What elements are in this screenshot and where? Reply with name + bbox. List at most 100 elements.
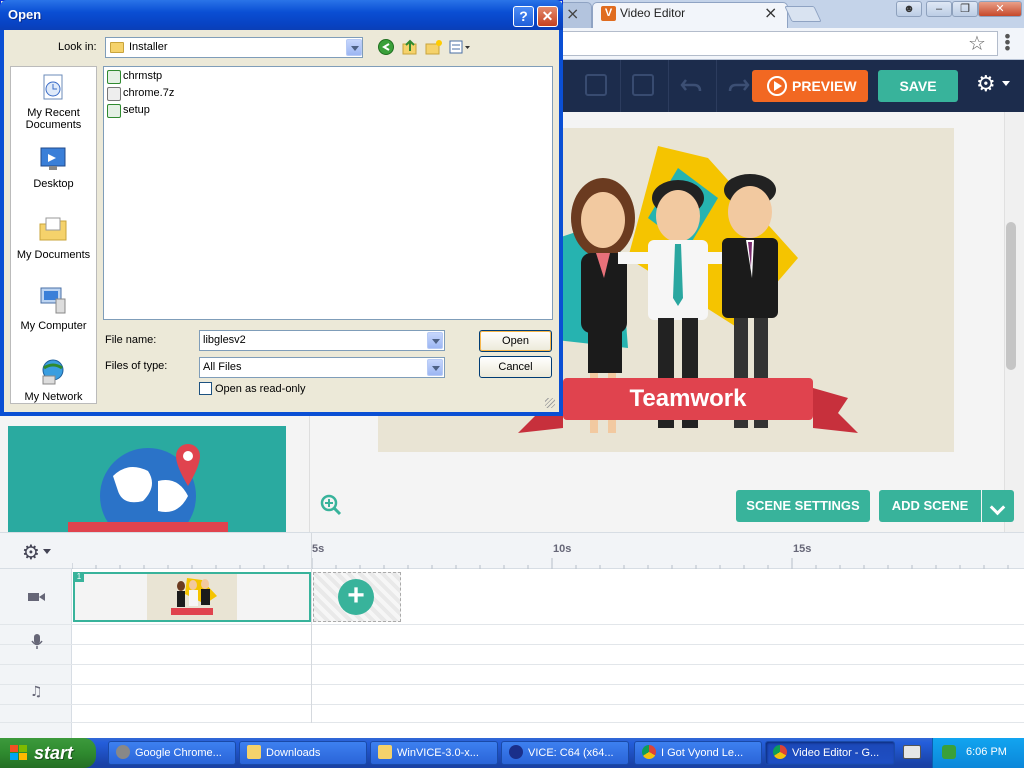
- my-documents-icon[interactable]: [38, 214, 68, 244]
- file-name-label: File name:: [105, 334, 157, 346]
- my-computer-icon[interactable]: [38, 285, 68, 315]
- file-name-value: libglesv2: [203, 334, 246, 346]
- globe-illustration: [68, 444, 228, 532]
- up-folder-icon[interactable]: [402, 39, 418, 55]
- save-button[interactable]: SAVE: [878, 70, 958, 102]
- track-divider: [0, 704, 1024, 705]
- tab-close-icon[interactable]: ×: [764, 3, 777, 22]
- minimize-icon[interactable]: –: [926, 1, 952, 17]
- bookmark-star-icon[interactable]: ☆: [968, 31, 986, 55]
- undo-icon[interactable]: [680, 76, 702, 96]
- dialog-titlebar[interactable]: [0, 0, 563, 30]
- address-bar[interactable]: [562, 31, 998, 56]
- teamwork-mini-illustration: [171, 578, 217, 615]
- dialog-border: [0, 412, 563, 416]
- restore-icon[interactable]: ❐: [952, 1, 978, 17]
- chevron-down-icon[interactable]: [982, 490, 1014, 522]
- timeline-divider: [311, 533, 312, 723]
- music-note-icon: ♫: [30, 684, 43, 700]
- files-of-type-value: All Files: [203, 361, 242, 373]
- chevron-down-icon[interactable]: [43, 549, 51, 554]
- folder-icon: [247, 745, 261, 759]
- user-profile-icon[interactable]: ☻: [896, 1, 922, 17]
- place-label[interactable]: My Documents: [10, 249, 97, 261]
- keyboard-icon[interactable]: [903, 745, 921, 759]
- look-in-value: Installer: [129, 41, 168, 53]
- add-scene-plus-button[interactable]: +: [338, 579, 374, 615]
- window-close-icon[interactable]: ✕: [978, 1, 1022, 17]
- chevron-down-icon[interactable]: [1002, 81, 1010, 86]
- dropdown-arrow-icon[interactable]: [427, 332, 443, 349]
- chrome-icon: [642, 745, 656, 759]
- video-camera-icon: [28, 593, 45, 601]
- desktop-icon[interactable]: [38, 144, 68, 174]
- timeline-ticks: [72, 558, 1009, 569]
- files-of-type-label: Files of type:: [105, 360, 168, 372]
- toolbar-divider: [716, 60, 717, 112]
- copy-icon[interactable]: [585, 74, 607, 96]
- track-divider: [0, 664, 1024, 665]
- new-folder-icon[interactable]: [425, 39, 443, 55]
- scene-settings-button[interactable]: SCENE SETTINGS: [736, 490, 870, 522]
- tab-title: Video Editor: [620, 6, 686, 20]
- scene-title-text: Teamwork: [629, 385, 747, 412]
- file-item[interactable]: chrome.7z: [123, 87, 174, 103]
- file-item[interactable]: chrmstp: [123, 70, 162, 86]
- recent-documents-icon[interactable]: [38, 72, 68, 102]
- add-scene-button[interactable]: ADD SCENE: [879, 490, 981, 522]
- vice-icon: [509, 745, 523, 759]
- scrollbar-thumb[interactable]: [1006, 222, 1016, 370]
- tick-label: 5s: [312, 543, 325, 555]
- file-item[interactable]: setup: [123, 104, 150, 120]
- dialog-close-button[interactable]: ✕: [537, 6, 558, 27]
- clock: 6:06 PM: [966, 746, 1007, 758]
- microphone-icon: [31, 634, 43, 649]
- place-label[interactable]: Desktop: [10, 178, 97, 190]
- file-list[interactable]: [103, 66, 553, 320]
- scene-number-badge: 1: [74, 572, 84, 582]
- view-menu-icon[interactable]: [449, 40, 471, 54]
- open-button[interactable]: Open: [479, 330, 552, 352]
- my-network-icon[interactable]: [38, 356, 68, 386]
- timeline-settings-icon[interactable]: ⚙: [22, 540, 40, 564]
- track-divider: [0, 624, 1024, 625]
- tick-label: 15s: [793, 543, 812, 555]
- scene-mini-thumbnail: [147, 574, 237, 620]
- windows-logo-icon: [10, 745, 27, 760]
- resize-grip[interactable]: [545, 398, 555, 408]
- toolbar-divider: [668, 60, 669, 112]
- tray-app-icon[interactable]: [942, 745, 956, 759]
- toolbar-divider: [620, 60, 621, 112]
- folder-icon: [378, 745, 392, 759]
- place-label[interactable]: My Computer: [10, 320, 97, 332]
- chrome-icon: [116, 745, 130, 759]
- dialog-title: Open: [8, 7, 42, 22]
- chrome-icon: [773, 745, 787, 759]
- tick-label: 10s: [553, 543, 572, 555]
- dropdown-arrow-icon[interactable]: [346, 39, 362, 56]
- setup-program-icon: [107, 104, 121, 118]
- place-label[interactable]: My Network: [10, 391, 97, 403]
- track-divider: [0, 722, 1024, 723]
- play-icon: [767, 76, 787, 96]
- zoom-in-icon[interactable]: [320, 494, 342, 516]
- dialog-border: [559, 30, 563, 416]
- help-button[interactable]: ?: [513, 6, 534, 27]
- cancel-button[interactable]: Cancel: [479, 356, 552, 378]
- read-only-label[interactable]: Open as read-only: [215, 383, 306, 395]
- tab-close-icon[interactable]: ×: [566, 4, 579, 23]
- paste-icon[interactable]: [632, 74, 654, 96]
- archive-file-icon: [107, 87, 121, 101]
- redo-icon[interactable]: [728, 76, 750, 96]
- scene-thumbnail[interactable]: [8, 426, 286, 532]
- settings-gear-icon[interactable]: ⚙: [976, 72, 996, 97]
- dialog-border: [0, 30, 4, 416]
- back-arrow-icon[interactable]: [378, 39, 394, 55]
- dropdown-arrow-icon[interactable]: [427, 359, 443, 376]
- track-divider: [0, 644, 1024, 645]
- read-only-checkbox[interactable]: [199, 382, 212, 395]
- folder-icon: [110, 42, 124, 53]
- look-in-label: Look in:: [58, 41, 97, 53]
- place-label[interactable]: My Recent Documents: [10, 107, 97, 131]
- browser-menu-icon[interactable]: • • •: [1002, 29, 1012, 57]
